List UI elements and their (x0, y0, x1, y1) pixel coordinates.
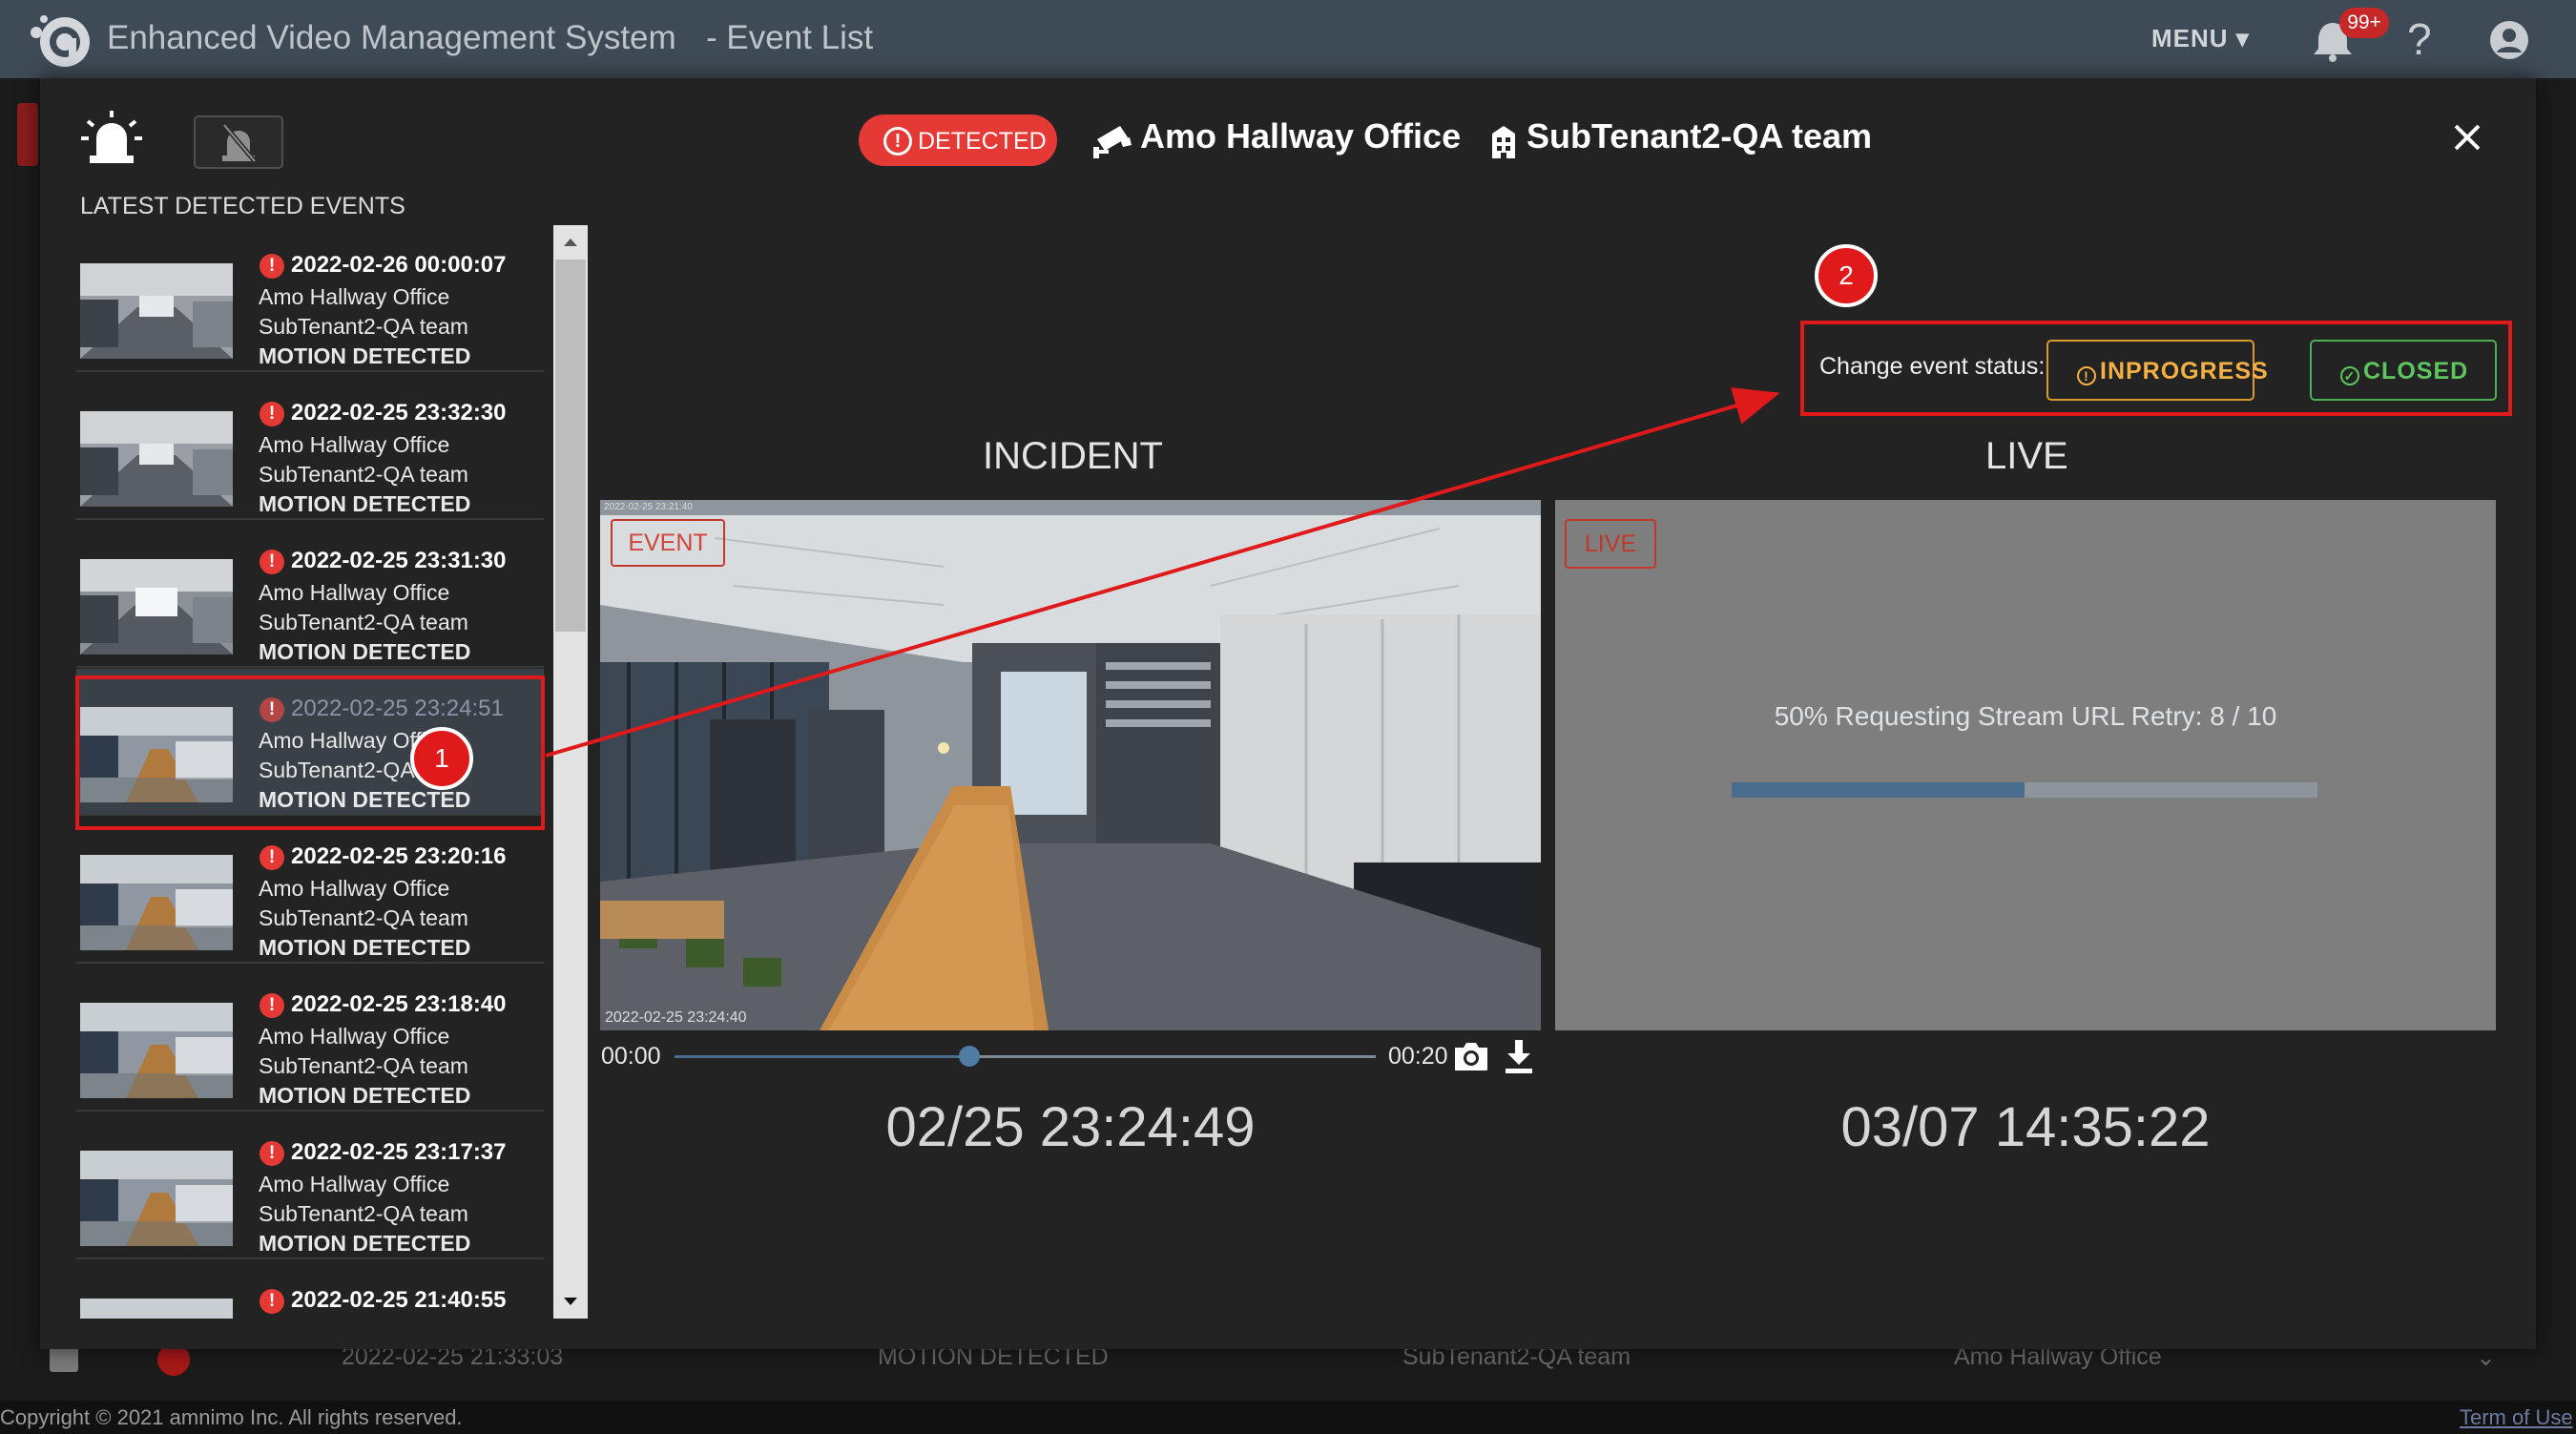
event-tenant: SubTenant2-QA team (259, 314, 468, 339)
live-tag: LIVE (1565, 519, 1656, 569)
page-subtitle: - Event List (706, 19, 874, 56)
event-type: MOTION DETECTED (259, 1231, 471, 1256)
event-camera: Amo Hallway Office (259, 876, 450, 901)
live-video[interactable] (1555, 500, 2496, 1030)
event-tenant: SubTenant2-QA team (259, 1201, 468, 1226)
event-tenant: SubTenant2-QA team (259, 610, 468, 634)
video-timestamp-bottom: 2022-02-25 23:24:40 (605, 1009, 747, 1026)
help-icon[interactable]: ? (2407, 13, 2432, 65)
siren-icon[interactable] (80, 110, 143, 169)
event-camera: Amo Hallway Office (259, 284, 450, 309)
event-time: 2022-02-25 23:31:30 (291, 548, 507, 573)
event-time: 2022-02-25 23:20:16 (291, 843, 507, 869)
event-type: MOTION DETECTED (259, 935, 471, 960)
event-time: 2022-02-25 23:17:37 (291, 1139, 507, 1165)
incident-video-frame (600, 500, 1541, 1030)
camera-icon (1093, 126, 1132, 158)
siren-off-button[interactable] (194, 115, 283, 169)
playback-start-time: 00:00 (601, 1043, 661, 1070)
event-thumbnail (80, 1299, 233, 1319)
video-timestamp-top: 2022-02-25 23:21:40 (604, 502, 693, 512)
chevron-down-icon[interactable] (553, 1284, 588, 1319)
live-stream-status: 50% Requesting Stream URL Retry: 8 / 10 (1774, 701, 2277, 731)
event-time: 2022-02-25 21:40:55 (291, 1287, 507, 1313)
event-time: 2022-02-25 23:18:40 (291, 991, 507, 1017)
event-camera: Amo Hallway Office (259, 1172, 450, 1196)
alert-icon: ! (260, 254, 284, 279)
list-item[interactable]: ! 2022-02-25 23:17:37 Amo Hallway Office… (76, 1112, 544, 1259)
incident-title: INCIDENT (983, 435, 1163, 477)
app-title: Enhanced Video Management System (107, 19, 676, 56)
latest-events-title: LATEST DETECTED EVENTS (80, 193, 405, 219)
event-thumbnail (80, 559, 233, 655)
event-camera: Amo Hallway Office (259, 1024, 450, 1049)
copyright: Copyright © 2021 amnimo Inc. All rights … (0, 1405, 463, 1429)
event-type: MOTION DETECTED (259, 639, 471, 664)
event-camera: Amo Hallway Office (259, 580, 450, 605)
alert-icon: ! (260, 1289, 284, 1314)
terms-link[interactable]: Term of Use (2460, 1405, 2573, 1430)
event-thumbnail (80, 1003, 233, 1098)
detected-label: DETECTED (918, 128, 1047, 155)
building-icon (1492, 126, 1515, 158)
event-time: 2022-02-25 23:32:30 (291, 400, 507, 426)
logo-icon (31, 15, 90, 67)
event-type: MOTION DETECTED (259, 343, 471, 368)
event-thumbnail (80, 411, 233, 507)
highlight-selected-event (75, 675, 545, 830)
live-progress-fill (1732, 782, 2025, 798)
account-icon[interactable] (2488, 19, 2530, 61)
tenant-name: SubTenant2-QA team (1527, 116, 1873, 156)
scrollbar-thumb[interactable] (555, 260, 586, 632)
alert-icon: ! (260, 550, 284, 574)
event-type: MOTION DETECTED (259, 1083, 471, 1108)
highlight-status-controls (1800, 321, 2512, 416)
list-item[interactable]: ! 2022-02-25 23:18:40 Amo Hallway Office… (76, 965, 544, 1112)
alert-icon: ! (883, 127, 912, 156)
siren-off-icon (222, 123, 257, 163)
incident-time: 02/25 23:24:49 (885, 1096, 1256, 1158)
event-time: 2022-02-26 00:00:07 (291, 252, 507, 278)
close-icon[interactable] (2448, 118, 2486, 156)
event-camera: Amo Hallway Office (259, 432, 450, 457)
menu-button[interactable]: MENU ▾ (2151, 24, 2250, 53)
playback-end-time: 00:20 (1388, 1043, 1448, 1070)
list-item[interactable]: ! 2022-02-25 23:20:16 Amo Hallway Office… (76, 817, 544, 964)
live-time: 03/07 14:35:22 (1840, 1096, 2211, 1158)
list-item[interactable]: ! 2022-02-25 21:40:55 (76, 1260, 544, 1319)
menu-label: MENU (2151, 24, 2229, 52)
camera-name: Amo Hallway Office (1140, 116, 1462, 156)
event-thumbnail (80, 1151, 233, 1246)
event-thumbnail (80, 263, 233, 359)
download-icon[interactable] (1502, 1038, 1536, 1074)
detected-status-badge: ! DETECTED (859, 114, 1057, 166)
chevron-up-icon[interactable] (553, 225, 588, 260)
seek-handle[interactable] (958, 1046, 980, 1067)
callout-1: 1 (410, 727, 473, 790)
list-item[interactable]: ! 2022-02-26 00:00:07 Amo Hallway Office… (76, 225, 544, 372)
alert-icon: ! (260, 845, 284, 870)
list-item[interactable]: ! 2022-02-25 23:31:30 Amo Hallway Office… (76, 521, 544, 668)
event-type: MOTION DETECTED (259, 491, 471, 516)
event-tenant: SubTenant2-QA team (259, 462, 468, 487)
event-tag: EVENT (611, 519, 725, 567)
alert-icon: ! (260, 1141, 284, 1166)
caret-down-icon: ▾ (2235, 24, 2250, 52)
snapshot-icon[interactable] (1453, 1040, 1489, 1072)
live-title: LIVE (1985, 435, 2068, 477)
event-thumbnail (80, 855, 233, 950)
notification-badge: 99+ (2339, 8, 2389, 38)
incident-video[interactable] (600, 500, 1541, 1030)
event-tenant: SubTenant2-QA team (259, 905, 468, 930)
seek-bar-fill (675, 1055, 969, 1058)
event-tenant: SubTenant2-QA team (259, 1053, 468, 1078)
alert-icon: ! (260, 993, 284, 1018)
background-tab (17, 103, 38, 166)
callout-2: 2 (1815, 244, 1878, 307)
list-item[interactable]: ! 2022-02-25 23:32:30 Amo Hallway Office… (76, 373, 544, 520)
alert-icon: ! (260, 402, 284, 426)
